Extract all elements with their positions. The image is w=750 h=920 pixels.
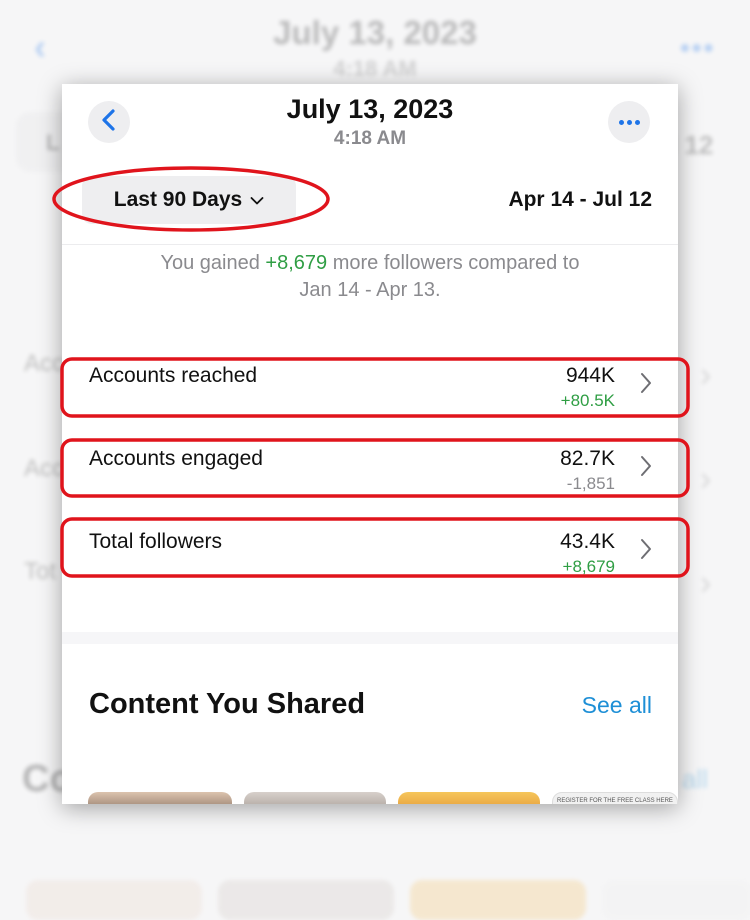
- content-thumbnail[interactable]: [244, 792, 386, 804]
- bg-chevron-icon: ›: [700, 460, 712, 498]
- metric-row-accounts-reached[interactable]: Accounts reached 944K +80.5K: [62, 360, 678, 424]
- chevron-right-icon: [640, 455, 652, 482]
- summary-suffix: more followers compared to: [327, 252, 580, 274]
- chevron-down-icon: [250, 188, 264, 212]
- metric-delta: +80.5K: [560, 391, 615, 410]
- section-separator: [62, 632, 678, 644]
- bg-thumbnail: [26, 880, 202, 920]
- thumbnail-caption: REGISTER FOR THE FREE CLASS HERE: [557, 798, 673, 804]
- bg-date: July 13, 2023: [273, 14, 477, 51]
- summary-prefix: You gained: [160, 252, 266, 274]
- metric-delta: -1,851: [566, 474, 615, 493]
- bg-row: Acc: [24, 455, 65, 482]
- chevron-right-icon: [640, 538, 652, 565]
- bg-see-all: all: [682, 764, 709, 794]
- bg-back-icon: ‹: [34, 26, 46, 67]
- metric-value: 944K: [565, 364, 615, 387]
- bg-thumbnail: [602, 880, 750, 920]
- content-thumbnail[interactable]: [398, 792, 540, 804]
- bg-chevron-icon: ›: [700, 564, 712, 602]
- content-thumbnail[interactable]: [88, 792, 232, 804]
- bg-period-label: L: [46, 130, 60, 155]
- ellipsis-icon: [618, 119, 640, 125]
- content-thumbnail[interactable]: REGISTER FOR THE FREE CLASS HERE: [552, 792, 678, 804]
- follower-summary: You gained +8,679 more followers compare…: [92, 250, 648, 304]
- metric-value: 43.4K: [560, 530, 615, 553]
- see-all-link[interactable]: See all: [582, 692, 652, 719]
- metric-label: Accounts engaged: [89, 447, 263, 470]
- metric-row-accounts-engaged[interactable]: Accounts engaged 82.7K -1,851: [62, 443, 678, 507]
- chevron-right-icon: [640, 372, 652, 399]
- page-title-date: July 13, 2023: [286, 94, 454, 124]
- date-range: Apr 14 - Jul 12: [508, 188, 652, 211]
- bg-thumbnail: [410, 880, 586, 920]
- bg-thumbnail: [218, 880, 394, 920]
- insights-card: July 13, 2023 4:18 AM Last 90 Days Apr 1…: [62, 84, 678, 804]
- page-subtitle-time: 4:18 AM: [333, 128, 407, 149]
- period-label: Last 90 Days: [113, 188, 243, 211]
- metric-label: Total followers: [89, 530, 223, 553]
- summary-gain: +8,679: [265, 252, 328, 274]
- metric-row-total-followers[interactable]: Total followers 43.4K +8,679: [62, 526, 678, 590]
- more-options-button[interactable]: [608, 101, 650, 143]
- bg-time: 4:18 AM: [333, 56, 417, 81]
- metric-label: Accounts reached: [89, 364, 258, 387]
- period-dropdown[interactable]: Last 90 Days: [82, 176, 296, 224]
- bg-row: Tot: [24, 558, 57, 585]
- bg-chevron-icon: ›: [700, 356, 712, 394]
- bg-row: Acc: [24, 350, 65, 377]
- metric-delta: +8,679: [562, 557, 615, 576]
- metric-value: 82.7K: [560, 447, 615, 470]
- bg-more-icon: •••: [680, 32, 716, 63]
- section-title: Content You Shared: [89, 688, 366, 720]
- summary-compare-range: Jan 14 - Apr 13.: [299, 279, 441, 301]
- divider: [62, 244, 678, 245]
